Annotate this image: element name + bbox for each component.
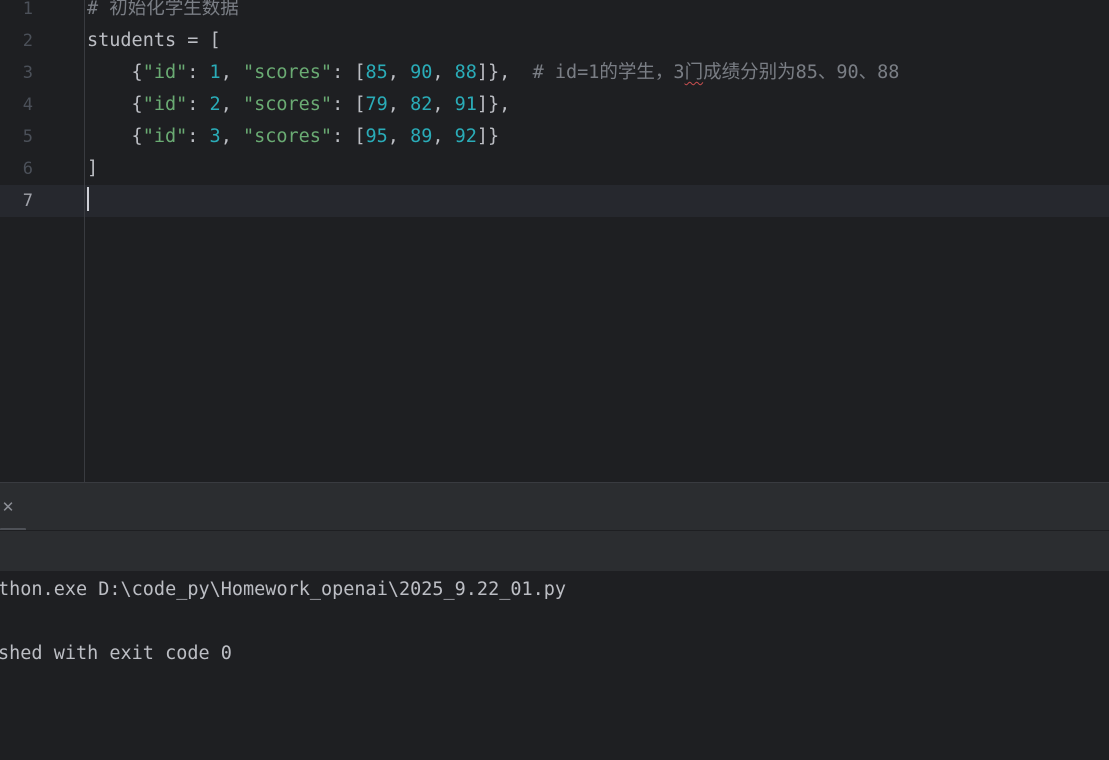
code-token: {: [87, 94, 143, 115]
console-line: shed with exit code 0: [0, 643, 232, 664]
code-token: "scores": [242, 62, 333, 83]
code-token: 79: [365, 94, 388, 115]
gutter-divider: [84, 0, 85, 482]
code-line[interactable]: 4 {"id": 2, "scores": [79, 82, 91]},: [0, 89, 1109, 121]
code-token: 1: [209, 62, 221, 83]
code-token: # id=1的学生，3: [532, 62, 685, 83]
code-line[interactable]: 1 # 初始化学生数据: [0, 0, 1109, 25]
code-line[interactable]: 5 {"id": 3, "scores": [95, 89, 92]}: [0, 121, 1109, 153]
code-token: 95: [365, 126, 388, 147]
code-token: students = [: [87, 30, 221, 51]
line-number[interactable]: 2: [0, 25, 33, 57]
code-token: ,: [220, 94, 243, 115]
console-line: thon.exe D:\code_py\Homework_openai\2025…: [0, 579, 567, 600]
ide-window: 1 # 初始化学生数据 2 students = [3 {"id": 1, "scor…: [0, 0, 1109, 760]
code-token: :: [187, 62, 210, 83]
code-token: ]},: [476, 94, 511, 115]
code-token: # 初始化学生数据: [87, 0, 239, 19]
code-token: : [: [332, 62, 366, 83]
spellcheck-token: 门: [684, 62, 704, 83]
code-token: : [: [332, 126, 366, 147]
code-token: 92: [454, 126, 477, 147]
run-tab-bar: ✕: [0, 482, 1109, 531]
code-token: ,: [220, 126, 243, 147]
code-token: "id": [142, 126, 188, 147]
code-token: 85: [365, 62, 388, 83]
line-number[interactable]: 4: [0, 89, 33, 121]
code-token: "scores": [242, 126, 333, 147]
close-icon[interactable]: ✕: [0, 497, 16, 517]
code-editor[interactable]: 1 # 初始化学生数据 2 students = [3 {"id": 1, "scor…: [0, 0, 1109, 482]
code-token: 2: [209, 94, 221, 115]
code-token: 3: [209, 126, 221, 147]
code-token: "id": [142, 62, 188, 83]
code-token: "id": [142, 94, 188, 115]
code-token: {: [87, 126, 143, 147]
code-token: 91: [454, 94, 477, 115]
line-code: {"id": 3, "scores": [95, 89, 92]}: [87, 121, 500, 153]
line-code: students = [: [87, 25, 221, 57]
code-token: 成绩分别为85、90、88: [703, 62, 900, 83]
code-token: ,: [220, 62, 243, 83]
code-token: 88: [454, 62, 477, 83]
code-token: ]: [87, 158, 99, 179]
run-toolbar: [0, 530, 1109, 571]
line-code: ]: [87, 153, 98, 185]
line-code: # 初始化学生数据: [87, 0, 239, 25]
code-line[interactable]: 7: [0, 185, 1109, 217]
line-code: {"id": 2, "scores": [79, 82, 91]},: [87, 89, 511, 121]
run-console-output[interactable]: thon.exe D:\code_py\Homework_openai\2025…: [0, 571, 1109, 760]
line-number[interactable]: 1: [0, 0, 33, 25]
code-token: ,: [432, 94, 455, 115]
text-caret: [87, 187, 89, 211]
run-tool-window: ✕ thon.exe D:\code_py\Homework_openai\20…: [0, 482, 1109, 760]
code-token: ]}: [476, 126, 500, 147]
line-number[interactable]: 3: [0, 57, 33, 89]
code-token: 89: [410, 126, 433, 147]
code-token: 82: [410, 94, 433, 115]
line-number[interactable]: 6: [0, 153, 33, 185]
code-line[interactable]: 6]: [0, 153, 1109, 185]
code-token: 90: [410, 62, 433, 83]
code-token: {: [87, 62, 143, 83]
code-line[interactable]: 3 {"id": 1, "scores": [85, 90, 88]}, # i…: [0, 57, 1109, 89]
code-token: ,: [387, 94, 411, 115]
code-token: ]},: [476, 62, 533, 83]
line-number[interactable]: 7: [0, 185, 33, 217]
code-token: ,: [432, 126, 455, 147]
line-code: {"id": 1, "scores": [85, 90, 88]}, # id=…: [87, 57, 900, 89]
code-token: "scores": [242, 94, 333, 115]
code-token: : [: [332, 94, 366, 115]
code-token: ,: [387, 126, 411, 147]
code-token: ,: [432, 62, 455, 83]
code-token: :: [187, 94, 210, 115]
line-number[interactable]: 5: [0, 121, 33, 153]
code-token: :: [187, 126, 210, 147]
code-token: ,: [387, 62, 411, 83]
code-line[interactable]: 2 students = [: [0, 25, 1109, 57]
